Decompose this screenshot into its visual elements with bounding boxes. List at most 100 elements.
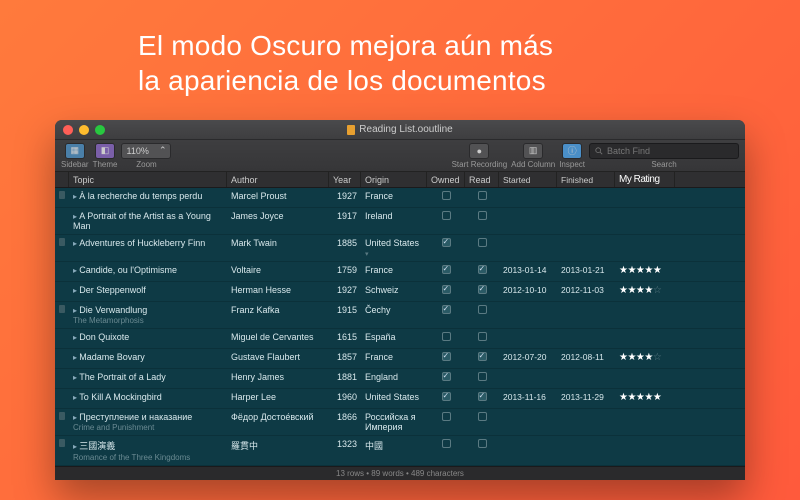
sidebar-button[interactable]: ▦ [65, 143, 85, 159]
table-row[interactable]: The Portrait of a LadyHenry James1881Eng… [55, 369, 745, 389]
row-finished: 2012-11-03 [557, 285, 615, 295]
row-handle-icon[interactable] [59, 439, 65, 447]
owned-checkbox[interactable] [442, 265, 451, 274]
row-author: Herman Hesse [227, 285, 329, 295]
document-icon [347, 125, 355, 135]
table-row[interactable]: 三國演義Romance of the Three Kingdoms羅貫中1323… [55, 436, 745, 466]
header-read[interactable]: Read [465, 172, 499, 187]
row-topic: Candide, ou l'Optimisme [73, 265, 177, 275]
owned-checkbox[interactable] [442, 191, 451, 200]
row-handle-icon[interactable] [59, 305, 65, 313]
read-checkbox[interactable] [478, 285, 487, 294]
row-handle-icon[interactable] [59, 412, 65, 420]
row-rating: ★★★★★ [615, 392, 675, 403]
row-author: Franz Kafka [227, 305, 329, 315]
read-checkbox[interactable] [478, 439, 487, 448]
owned-checkbox[interactable] [442, 285, 451, 294]
row-origin: Čechy [361, 305, 427, 315]
header-started[interactable]: Started [499, 172, 557, 187]
row-handle-icon[interactable] [59, 238, 65, 246]
table-row[interactable]: À la recherche du temps perduMarcel Prou… [55, 188, 745, 208]
read-checkbox[interactable] [478, 412, 487, 421]
header-owned[interactable]: Owned [427, 172, 465, 187]
header-origin[interactable]: Origin [361, 172, 427, 187]
header-finished[interactable]: Finished [557, 172, 615, 187]
row-origin: Schweiz [361, 285, 427, 295]
row-started: 2013-01-14 [499, 265, 557, 275]
titlebar: Reading List.ooutline [55, 120, 745, 140]
owned-checkbox[interactable] [442, 305, 451, 314]
read-checkbox[interactable] [478, 191, 487, 200]
row-year: 1323 [329, 439, 361, 449]
owned-checkbox[interactable] [442, 392, 451, 401]
owned-checkbox[interactable] [442, 372, 451, 381]
inspect-label: Inspect [559, 160, 585, 169]
row-topic: The Portrait of a Lady [73, 372, 166, 382]
inspect-button[interactable]: ⓘ [562, 143, 582, 159]
record-label: Start Recording [452, 160, 508, 169]
theme-button[interactable]: ◧ [95, 143, 115, 159]
owned-checkbox[interactable] [442, 238, 451, 247]
row-year: 1615 [329, 332, 361, 342]
owned-checkbox[interactable] [442, 211, 451, 220]
table-row[interactable]: Madame BovaryGustave Flaubert1857France2… [55, 349, 745, 369]
table-row[interactable]: Adventures of Huckleberry FinnMark Twain… [55, 235, 745, 262]
read-checkbox[interactable] [478, 332, 487, 341]
add-column-button[interactable]: ▥ [523, 143, 543, 159]
row-origin: Ireland [361, 211, 427, 221]
read-checkbox[interactable] [478, 352, 487, 361]
row-subtitle: Crime and Punishment [73, 423, 223, 432]
close-button[interactable] [63, 125, 73, 135]
row-author: 羅貫中 [227, 439, 329, 452]
row-origin: England [361, 372, 427, 382]
table-row[interactable]: Candide, ou l'OptimismeVoltaire1759Franc… [55, 262, 745, 282]
row-started: 2012-07-20 [499, 352, 557, 362]
row-author: Marcel Proust [227, 191, 329, 201]
row-year: 1915 [329, 305, 361, 315]
read-checkbox[interactable] [478, 211, 487, 220]
row-author: James Joyce [227, 211, 329, 221]
row-origin: France [361, 191, 427, 201]
header-rating[interactable]: My Rating [615, 172, 675, 187]
row-author: Mark Twain [227, 238, 329, 248]
table-row[interactable]: Don QuixoteMiguel de Cervantes1615España [55, 329, 745, 349]
row-author: Фёдор Достое́вский [227, 412, 329, 422]
toolbar: ▦ Sidebar ◧ Theme 110%⌃ Zoom ● Start Rec… [55, 140, 745, 172]
add-column-label: Add Column [511, 160, 555, 169]
header-topic[interactable]: Topic [69, 172, 227, 187]
row-started: 2013-11-16 [499, 392, 557, 402]
minimize-button[interactable] [79, 125, 89, 135]
table-row[interactable]: To Kill A MockingbirdHarper Lee1960Unite… [55, 389, 745, 409]
owned-checkbox[interactable] [442, 332, 451, 341]
owned-checkbox[interactable] [442, 412, 451, 421]
search-input[interactable]: Batch Find [589, 143, 739, 159]
row-author: Harper Lee [227, 392, 329, 402]
read-checkbox[interactable] [478, 238, 487, 247]
row-started: 2012-10-10 [499, 285, 557, 295]
row-handle-icon[interactable] [59, 191, 65, 199]
header-author[interactable]: Author [227, 172, 329, 187]
row-origin: 中國 [361, 439, 427, 452]
owned-checkbox[interactable] [442, 439, 451, 448]
row-finished: 2013-11-29 [557, 392, 615, 402]
read-checkbox[interactable] [478, 372, 487, 381]
row-rating: ★★★★★ [615, 265, 675, 276]
record-button[interactable]: ● [469, 143, 489, 159]
read-checkbox[interactable] [478, 305, 487, 314]
row-topic: A Portrait of the Artist as a Young Man [73, 211, 211, 231]
row-author: Miguel de Cervantes [227, 332, 329, 342]
table-row[interactable]: Преступление и наказаниеCrime and Punish… [55, 409, 745, 436]
read-checkbox[interactable] [478, 392, 487, 401]
row-subtitle: Romance of the Three Kingdoms [73, 453, 223, 462]
column-headers: Topic Author Year Origin Owned Read Star… [55, 172, 745, 188]
table-row[interactable]: A Portrait of the Artist as a Young Man J… [55, 208, 745, 235]
row-topic: Der Steppenwolf [73, 285, 146, 295]
read-checkbox[interactable] [478, 265, 487, 274]
table-row[interactable]: Die VerwandlungThe MetamorphosisFranz Ka… [55, 302, 745, 329]
zoom-select[interactable]: 110%⌃ [121, 143, 171, 159]
header-year[interactable]: Year [329, 172, 361, 187]
owned-checkbox[interactable] [442, 352, 451, 361]
row-finished: 2013-01-21 [557, 265, 615, 275]
table-row[interactable]: Der SteppenwolfHerman Hesse1927Schweiz20… [55, 282, 745, 302]
zoom-button[interactable] [95, 125, 105, 135]
